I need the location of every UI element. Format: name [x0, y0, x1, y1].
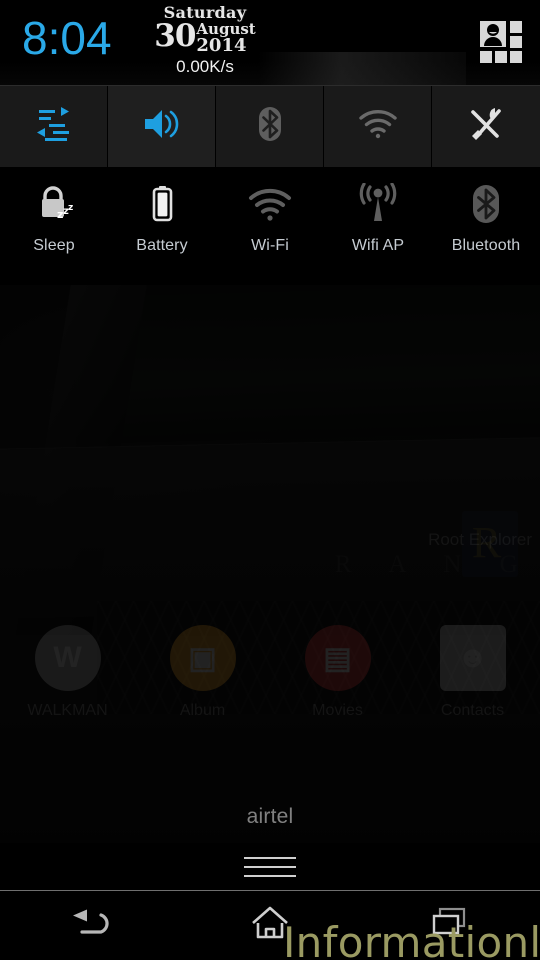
shade-dim-overlay [0, 285, 540, 850]
user-grid-icon[interactable] [478, 19, 524, 65]
drag-handle-icon [244, 850, 296, 884]
quick-settings-panel: 8:04 Saturday 30 August 2014 0.00K/s z z… [0, 0, 540, 285]
tile-label: Wi-Fi [251, 237, 289, 254]
dock-label: WALKMAN [27, 702, 108, 719]
toggle-wifi[interactable] [324, 86, 432, 167]
dock-label: Contacts [440, 702, 505, 719]
network-speed-label: 0.00K/s [176, 57, 234, 76]
tile-label: Bluetooth [451, 237, 521, 254]
toggle-bluetooth[interactable] [216, 86, 324, 167]
contacts-icon: ☻ [439, 625, 506, 691]
date-main-row: 30 August 2014 [150, 18, 260, 56]
tile-bluetooth[interactable]: Bluetooth [432, 179, 540, 285]
lock-sleep-icon: z z z [32, 179, 76, 229]
bluetooth-icon [469, 179, 503, 229]
navigation-bar [0, 891, 540, 960]
toggle-volume[interactable] [108, 86, 216, 167]
wifi-icon [247, 179, 293, 229]
toggle-settings[interactable] [432, 86, 540, 167]
dock-item-album[interactable]: ▣ Album [135, 625, 270, 755]
homescreen-wallpaper: R R A N G E Root Explorer W WALKMAN ▣ Al… [0, 285, 540, 850]
tools-icon [467, 106, 505, 147]
toggle-data-traffic[interactable] [0, 86, 108, 167]
date-year: 2014 [196, 35, 247, 56]
date-day: 30 [154, 18, 196, 54]
phone-screen: R R A N G E Root Explorer W WALKMAN ▣ Al… [0, 0, 540, 960]
nav-home-button[interactable] [180, 891, 360, 960]
tile-label: Wifi AP [351, 237, 405, 254]
homescreen-dock: W WALKMAN ▣ Album ▤ Movies ☻ Contacts [0, 625, 540, 755]
bluetooth-icon [255, 106, 285, 147]
tile-label: Sleep [33, 237, 75, 254]
movies-icon: ▤ [304, 625, 371, 691]
recent-apps-icon [430, 906, 470, 945]
back-arrow-icon [67, 906, 113, 945]
battery-icon [140, 179, 184, 229]
tile-battery[interactable]: Battery [108, 179, 216, 285]
nav-back-button[interactable] [0, 891, 180, 960]
hotspot-icon [355, 179, 401, 229]
tile-sleep[interactable]: z z z Sleep [0, 179, 108, 285]
wifi-icon [358, 109, 398, 144]
svg-text:z: z [68, 203, 73, 213]
dock-label: Album [179, 702, 226, 719]
dock-item-walkman[interactable]: W WALKMAN [0, 625, 135, 755]
dock-item-movies[interactable]: ▤ Movies [270, 625, 405, 755]
toggle-strip [0, 85, 540, 168]
shade-drag-handle[interactable] [0, 843, 540, 891]
date-widget[interactable]: Saturday 30 August 2014 0.00K/s [150, 4, 260, 77]
date-month-year: August 2014 [196, 21, 255, 56]
nav-recents-button[interactable] [360, 891, 540, 960]
data-transfer-icon [35, 107, 73, 146]
dock-label: Movies [312, 702, 363, 719]
homescreen-folder-label: Root Explorer [428, 530, 532, 549]
dock-item-contacts[interactable]: ☻ Contacts [405, 625, 540, 755]
tile-wifi[interactable]: Wi-Fi [216, 179, 324, 285]
status-header: 8:04 Saturday 30 August 2014 0.00K/s [0, 0, 540, 85]
quick-tiles-row: z z z Sleep Battery Wi-Fi Wifi AP Blueto… [0, 168, 540, 285]
walkman-icon: W [34, 625, 101, 691]
header-sheen [258, 52, 466, 85]
volume-up-icon [142, 107, 182, 146]
home-icon [250, 905, 290, 946]
tile-label: Battery [136, 237, 188, 254]
album-icon: ▣ [169, 625, 236, 691]
clock-widget[interactable]: 8:04 [22, 12, 112, 64]
tile-wifi-ap[interactable]: Wifi AP [324, 179, 432, 285]
carrier-label: airtel [246, 805, 294, 828]
